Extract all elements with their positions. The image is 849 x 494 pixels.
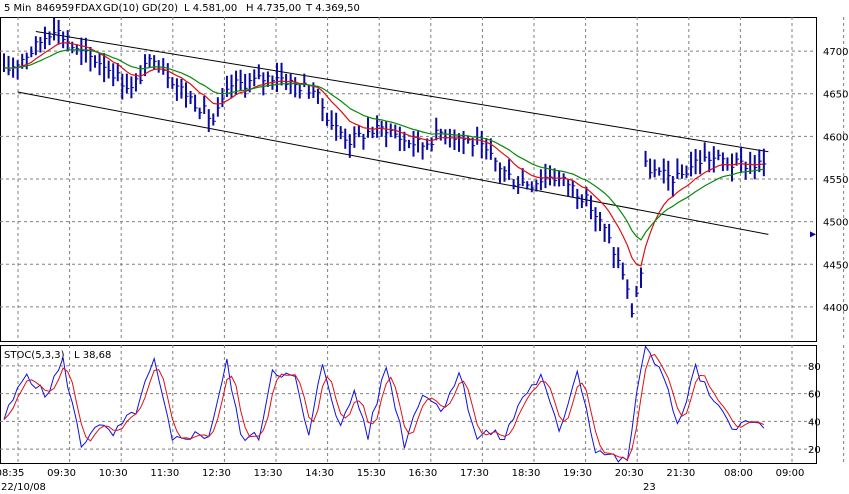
channel-line (35, 31, 769, 153)
x-tick-label: 12:30 (202, 468, 231, 479)
trend-channel (17, 31, 816, 238)
price-ytick-label: 4400 (823, 303, 848, 314)
stoch-ytick-label: 40 (808, 417, 821, 428)
channel-line (17, 91, 769, 235)
x-tick-label: 08:00 (724, 468, 753, 479)
header-symbol: FDAX (75, 3, 102, 14)
x-tick-label: 09:00 (776, 468, 805, 479)
y-tick-labels: 4400 4450 4500 4550 4600 4650 4700 20 40 60 80 (808, 47, 848, 456)
date-label: 22/10/08 (1, 482, 46, 493)
price-ytick-label: 4600 (823, 132, 848, 143)
x-tick-label: 17:30 (460, 468, 489, 479)
x-tick-label: 15:30 (357, 468, 386, 479)
stoch-title: STOC(5,3,3) (4, 350, 65, 361)
x-tick-label: 14:30 (305, 468, 334, 479)
header-ma-slow: GD(20) (142, 3, 178, 14)
header-ma-fast: GD(10) (103, 3, 139, 14)
x-tick-label: 20:30 (615, 468, 644, 479)
x-tick-label: 08:35 (0, 468, 24, 479)
header-code: 846959 (36, 3, 74, 14)
stoch-ytick-label: 60 (808, 390, 821, 401)
x-tick-label: 11:30 (150, 468, 179, 479)
price-ytick-label: 4700 (823, 47, 848, 58)
price-bars (3, 17, 767, 318)
x-tick-labels: 08:35 09:30 10:30 11:30 12:30 13:30 14:30 15:30… (0, 468, 804, 493)
x-tick-label: 18:30 (512, 468, 541, 479)
stoch-ytick-label: 20 (808, 445, 821, 456)
stoch-panel-frame (0, 345, 817, 464)
date-label: 23 (643, 482, 656, 493)
header-timeframe: 5 Min (4, 3, 31, 14)
price-marker-arrow (810, 231, 816, 238)
header-high: H 4.735,00 (246, 3, 301, 14)
stoch-last: L 38,68 (74, 350, 111, 361)
price-ytick-label: 4550 (823, 175, 848, 186)
price-ytick-label: 4500 (823, 218, 848, 229)
stochastic-lines (3, 345, 765, 463)
x-tick-label: 09:30 (47, 468, 76, 479)
stoch-k-line (3, 345, 765, 463)
header-last: L 4.581,00 (184, 3, 237, 14)
x-tick-label: 13:30 (254, 468, 283, 479)
price-ytick-label: 4650 (823, 90, 848, 101)
header-low: T 4.369,50 (305, 3, 360, 14)
x-tick-label: 16:30 (408, 468, 437, 479)
x-tick-label: 21:30 (666, 468, 695, 479)
chart-svg: 4400 4450 4500 4550 4600 4650 4700 20 40 60 80 08:… (0, 3, 848, 493)
price-ytick-label: 4450 (823, 260, 848, 271)
x-tick-label: 10:30 (99, 468, 128, 479)
stoch-ytick-label: 80 (808, 362, 821, 373)
stoch-d-line (3, 353, 765, 461)
x-tick-label: 19:30 (563, 468, 592, 479)
